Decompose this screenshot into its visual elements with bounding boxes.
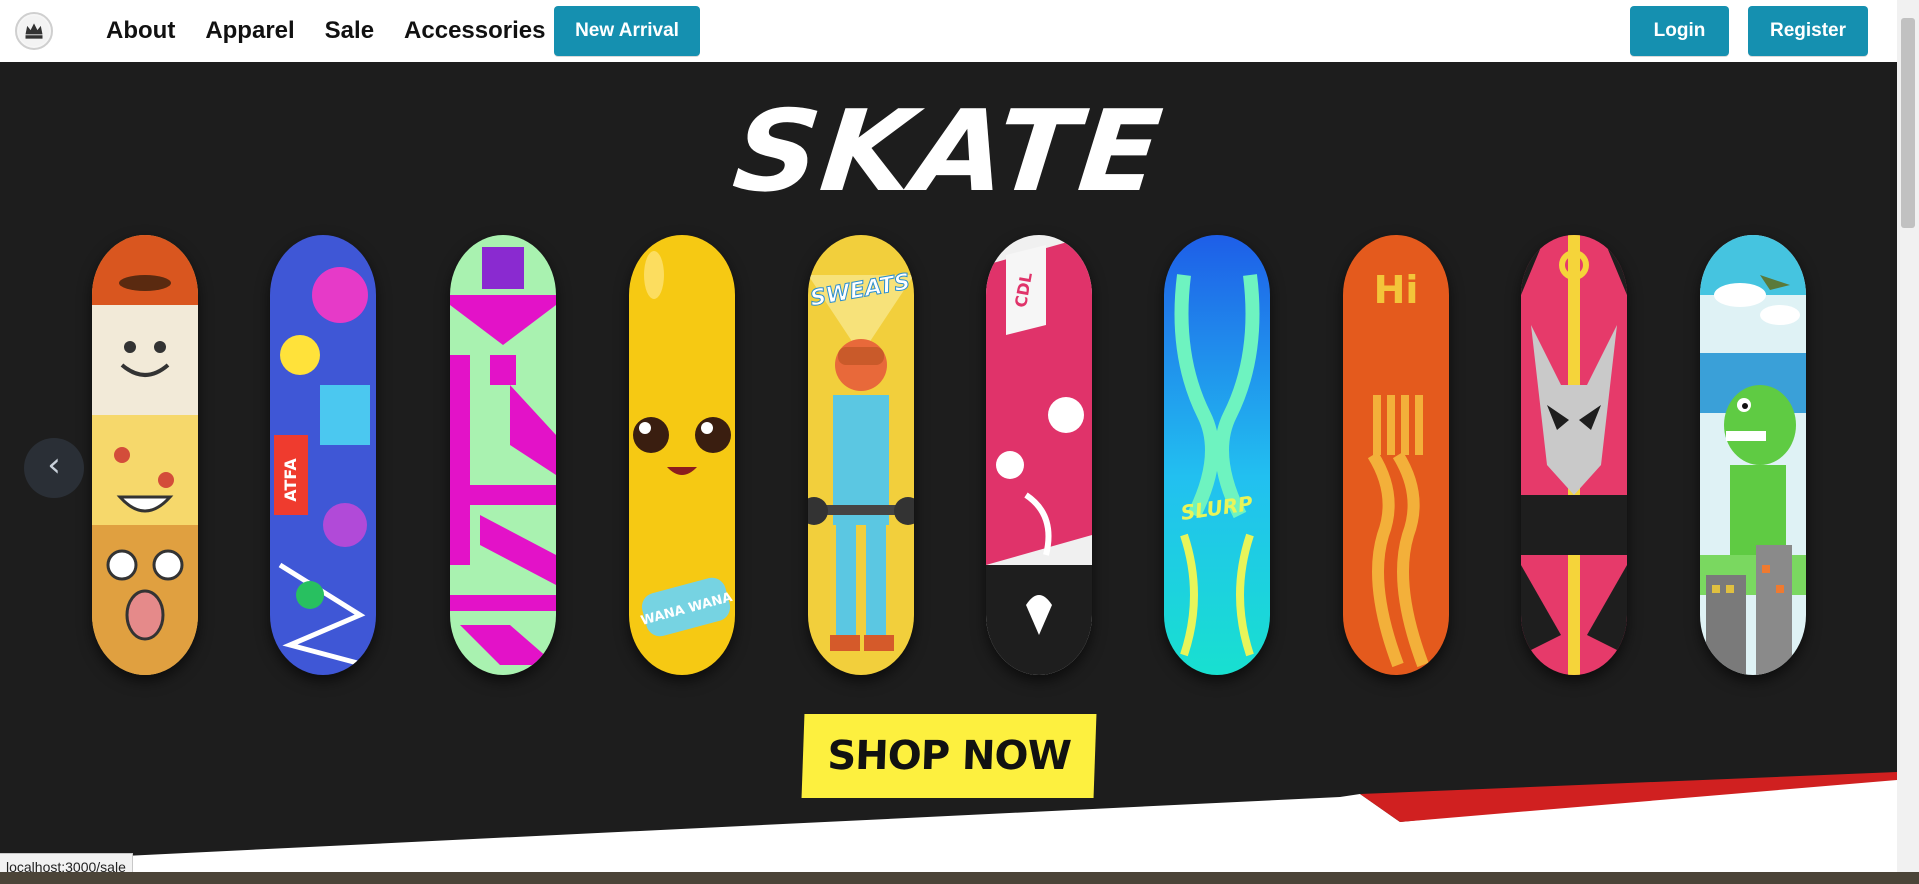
deck-art-sticker-bomb: ATFA	[270, 235, 376, 675]
brand-logo[interactable]	[15, 12, 53, 50]
window-bottom-edge	[0, 872, 1919, 884]
hero-banner: SKATE ATFA WANA WANA SWEATS CDL SLURP Hi…	[0, 62, 1897, 872]
deck-art-food-faces	[92, 235, 198, 675]
hero-title: SKATE	[727, 85, 1170, 217]
deck-art-sweats: SWEATS	[808, 235, 914, 675]
top-navbar: About Apparel Sale Accessories New Arriv…	[0, 0, 1897, 62]
nav-link-accessories[interactable]: Accessories	[404, 17, 545, 45]
skateboard-deck-graffiti-pink[interactable]: CDL	[986, 235, 1092, 675]
deck-art-graffiti-pink: CDL	[986, 235, 1092, 675]
deck-text-hi: Hi	[1374, 268, 1419, 312]
deck-art-dino-city	[1700, 235, 1806, 675]
page-scrollbar[interactable]	[1897, 0, 1919, 872]
skateboard-deck-sweats[interactable]: SWEATS	[808, 235, 914, 675]
skateboard-deck-green-magenta[interactable]	[450, 235, 556, 675]
deck-art-slurp-blue: SLURP	[1164, 235, 1270, 675]
skateboard-deck-dino-city[interactable]	[1700, 235, 1806, 675]
skateboard-deck-hi-orange[interactable]: Hi	[1343, 235, 1449, 675]
nav-link-sale[interactable]: Sale	[325, 17, 374, 45]
skateboard-deck-sticker-bomb[interactable]: ATFA	[270, 235, 376, 675]
skateboard-deck-slurp-blue[interactable]: SLURP	[1164, 235, 1270, 675]
scrollbar-thumb[interactable]	[1901, 18, 1915, 228]
carousel-prev-arrow[interactable]: ‹	[24, 438, 84, 498]
skateboard-deck-peely-yellow[interactable]: WANA WANA	[629, 235, 735, 675]
deck-art-peely-yellow: WANA WANA	[629, 235, 735, 675]
deck-art-pink-fox	[1521, 235, 1627, 675]
crown-logo-icon	[18, 15, 50, 47]
new-arrival-button[interactable]: New Arrival	[554, 6, 700, 56]
skateboard-deck-food-faces[interactable]	[92, 235, 198, 675]
nav-link-apparel[interactable]: Apparel	[205, 17, 294, 45]
main-nav: About Apparel Sale Accessories	[106, 0, 575, 62]
deck-art-hi-orange: Hi	[1343, 235, 1449, 675]
skateboard-deck-pink-fox[interactable]	[1521, 235, 1627, 675]
shop-now-button[interactable]: SHOP NOW	[801, 714, 1097, 798]
register-button[interactable]: Register	[1748, 6, 1868, 56]
deck-art-green-magenta	[450, 235, 556, 675]
nav-link-about[interactable]: About	[106, 17, 175, 45]
login-button[interactable]: Login	[1630, 6, 1729, 56]
deck-text-atfa: ATFA	[281, 458, 300, 502]
